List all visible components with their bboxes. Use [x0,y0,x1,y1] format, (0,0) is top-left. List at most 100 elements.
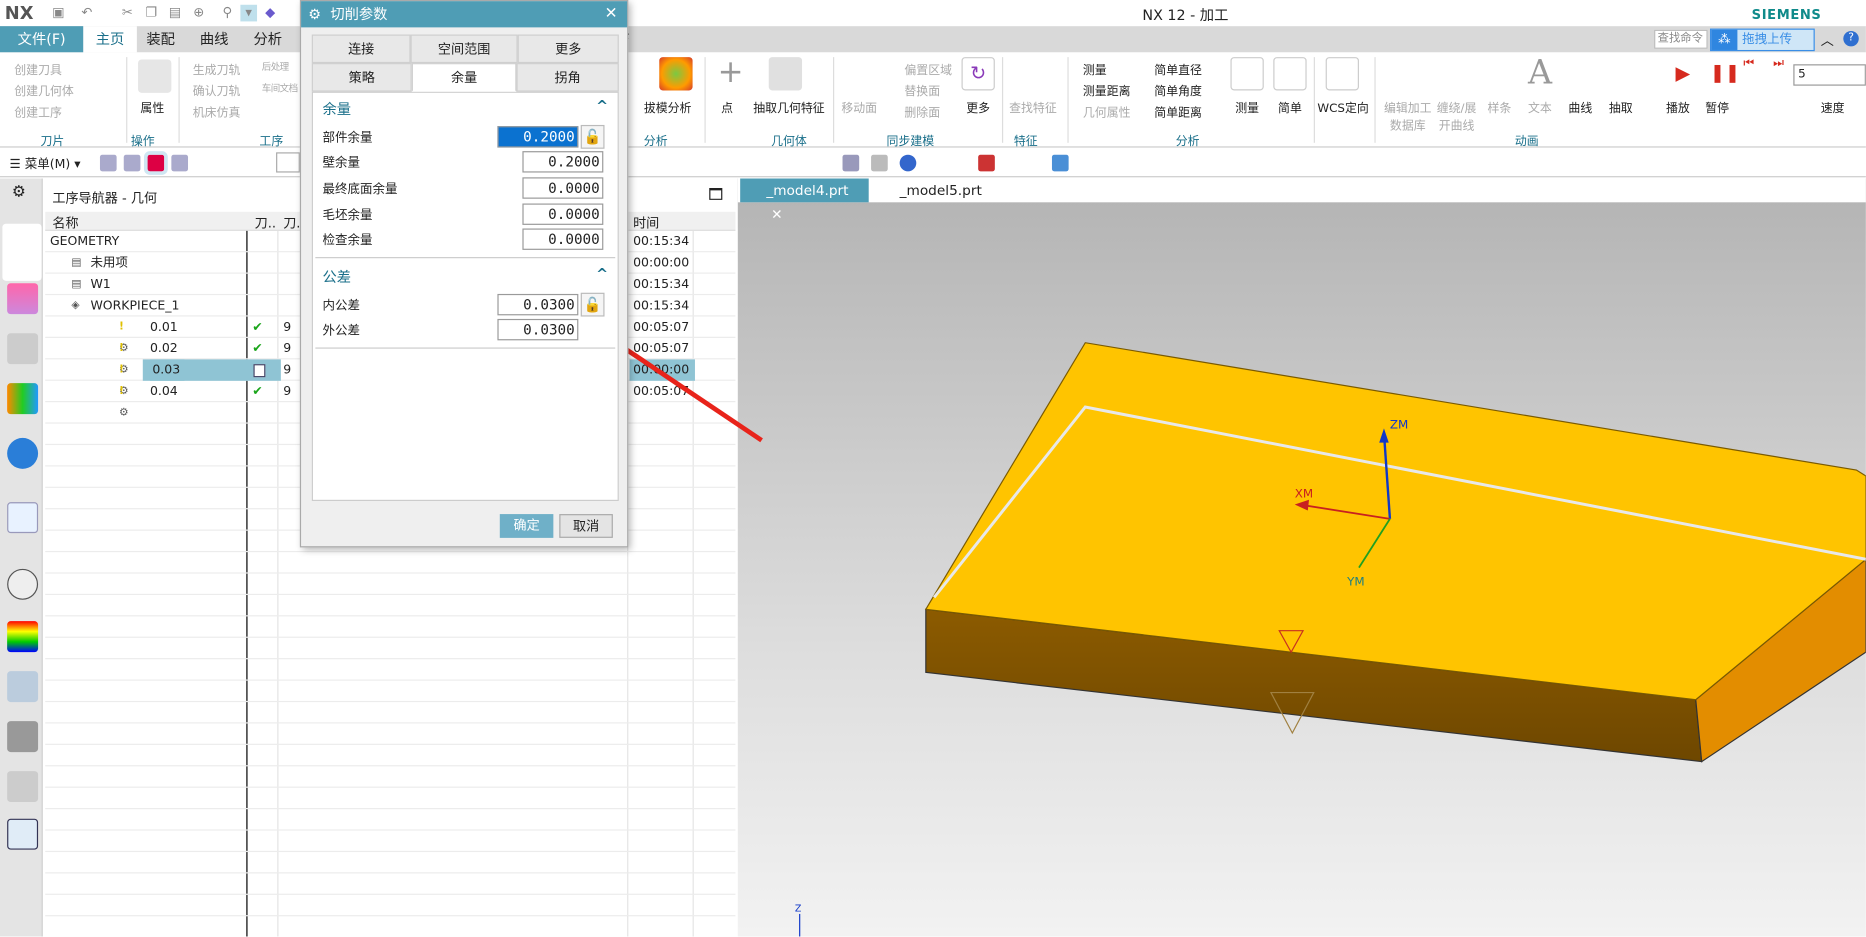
step-forward-icon[interactable]: ⏭ [1773,57,1784,70]
robot-icon[interactable] [7,721,39,753]
floor-stock-input[interactable]: 0.0000 [522,177,604,199]
properties-button[interactable]: 属性 [140,98,164,115]
replace-face-button[interactable]: 替换面 [904,81,940,99]
collapse-ribbon-icon[interactable]: ︿ [1821,31,1834,50]
tool-icon[interactable]: ⚲ [219,5,236,22]
menu-button[interactable]: ☰ 菜单(M) ▾ [10,155,81,173]
curve-button[interactable]: 曲线 [1568,98,1592,115]
reuse-library-icon[interactable] [7,383,39,415]
tab-containment[interactable]: 空间范围 [410,34,518,64]
edit-machining-db-button[interactable]: 编辑加工数据库 [1384,98,1432,133]
intol-input[interactable]: 0.0300 [497,293,579,316]
pan-icon[interactable] [871,154,888,172]
text-button[interactable]: 文本 [1528,98,1552,115]
find-feature-button[interactable]: 查找特征 [1009,98,1057,115]
simple-distance-button[interactable]: 简单距离 [1154,102,1202,120]
tab-file[interactable]: 文件(F) [0,26,84,53]
more-button[interactable]: 更多 [966,98,990,115]
rotate-icon[interactable] [899,154,917,172]
operation-navigator-icon[interactable] [2,223,42,281]
info-icon[interactable] [7,437,39,469]
tab-analysis[interactable]: 分析 [244,26,292,52]
extract-button[interactable]: 抽取 [1609,98,1633,115]
help-icon[interactable]: ? [1843,30,1859,47]
wcs-orient-button[interactable]: WCS定向 [1317,98,1368,115]
filter-input[interactable] [276,152,300,173]
simple-big-button[interactable]: 简单 [1278,98,1302,115]
machine-sim-button[interactable]: 机床仿真 [193,102,241,120]
command-search-input[interactable]: 查找命令 [1654,29,1708,49]
point-button[interactable]: 点 [721,98,733,115]
upload-button[interactable]: ⁂ 拖拽上传 [1710,28,1815,52]
settings-icon[interactable]: ⚙ [12,183,26,201]
part-stock-input[interactable]: 0.2000 [497,126,579,148]
step-back-icon[interactable]: ⏮ [1743,57,1754,70]
delete-face-button[interactable]: 删除面 [904,102,940,120]
measure-distance-button[interactable]: 测量距离 [1083,81,1131,99]
graphics-viewport[interactable]: _model4.prt ✕ _model5.prt ZM XM YM Z [737,178,1866,937]
play-button[interactable]: 播放 [1666,98,1690,115]
col-tool1[interactable]: 刀.. [255,213,276,232]
collapse-stock-icon[interactable]: ^ [596,98,608,115]
machine-navigator-icon[interactable] [7,283,39,315]
speed-select[interactable]: 5 [1793,64,1866,86]
undo-icon[interactable]: ↶ [79,5,96,22]
tab-assembly[interactable]: 装配 [137,26,185,52]
lock-icon[interactable]: 🔓 [580,292,605,317]
process-icon[interactable] [7,671,39,703]
measure-big-button[interactable]: 测量 [1235,98,1259,115]
fit-icon[interactable] [842,154,860,172]
copy-icon[interactable]: ❐ [143,5,160,22]
tab-connect[interactable]: 连接 [311,34,411,64]
wall-stock-input[interactable]: 0.2000 [522,151,604,173]
simple-diameter-button[interactable]: 简单直径 [1154,60,1202,77]
create-operation-button[interactable]: 创建工序 [14,102,62,120]
maximize-icon[interactable] [709,188,723,200]
verify-toolpath-button[interactable]: 确认刀轨 [193,81,241,99]
measure-button[interactable]: 测量 [1083,60,1107,77]
history-icon[interactable] [7,568,39,600]
repeat-icon[interactable]: ⊕ [190,5,207,22]
dropdown-icon[interactable]: ▾ [240,4,258,22]
cut-icon[interactable]: ✂ [119,5,136,22]
program-view-icon[interactable] [99,154,117,172]
create-geometry-button[interactable]: 创建几何体 [14,81,74,99]
draft-analysis-button[interactable]: 拔模分析 [644,98,692,115]
move-face-button[interactable]: 移动面 [841,98,877,115]
tab-strategy[interactable]: 策略 [311,63,412,92]
check-stock-input[interactable]: 0.0000 [522,228,604,250]
tab-stock[interactable]: 余量 [411,63,517,92]
offset-region-button[interactable]: 偏置区域 [904,60,952,77]
generate-toolpath-button[interactable]: 生成刀轨 [193,60,241,77]
collapse-tolerance-icon[interactable]: ^ [596,265,608,282]
extract-geometry-button[interactable]: 抽取几何特征 [753,98,824,115]
close-dialog-icon[interactable]: ✕ [605,1,618,27]
simple-angle-button[interactable]: 简单角度 [1154,81,1202,99]
paint-icon[interactable]: ◆ [262,5,279,22]
tool-library-icon[interactable] [7,333,39,365]
post-process-button[interactable]: 后处理 [262,61,289,74]
outtol-input[interactable]: 0.0300 [497,318,579,341]
palette-icon[interactable] [7,621,39,653]
ok-button[interactable]: 确定 [499,514,554,538]
geometry-view-icon[interactable] [143,151,168,175]
tab-corners[interactable]: 拐角 [516,63,619,92]
save-icon[interactable]: ▣ [50,5,67,22]
paste-icon[interactable]: ▤ [167,5,184,22]
wrap-curve-button[interactable]: 缠绕/展开曲线 [1434,98,1479,133]
machine-view-icon[interactable] [123,154,141,172]
col-time[interactable]: 时间 [633,213,659,232]
tab-more[interactable]: 更多 [517,34,619,64]
col-name[interactable]: 名称 [52,213,78,232]
cancel-button[interactable]: 取消 [559,514,613,538]
geometry-properties-button[interactable]: 几何属性 [1083,102,1131,120]
lock-icon[interactable]: 🔓 [580,124,605,149]
render-style-icon[interactable] [1051,154,1069,172]
layer-icon[interactable] [978,154,995,172]
shop-doc-button[interactable]: 车间文档 [262,82,298,95]
tab-curve[interactable]: 曲线 [190,26,238,52]
layout-icon[interactable] [7,818,39,850]
web-browser-icon[interactable] [7,502,39,534]
blank-stock-input[interactable]: 0.0000 [522,203,604,225]
pause-button[interactable]: 暂停 [1705,98,1729,115]
